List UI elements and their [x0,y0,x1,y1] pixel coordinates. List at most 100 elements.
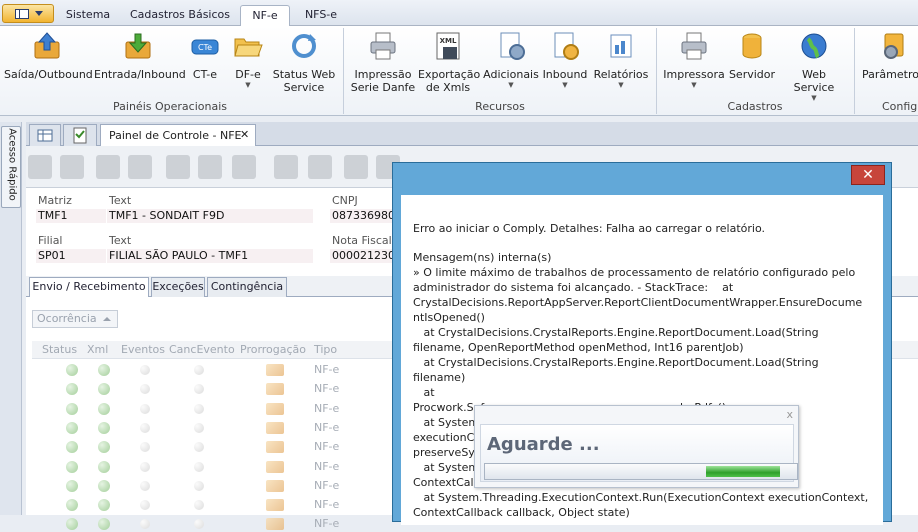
web-service-button[interactable]: Web Service ▼ [780,30,848,103]
matriz-label: Matriz [38,194,72,207]
prorrogacao-icon [266,383,284,396]
printer-icon [367,30,399,62]
application-menu-button[interactable] [2,4,54,23]
cte-cancel-icon[interactable] [308,155,332,179]
ocorrencia-filter-button[interactable]: Ocorrência [32,310,118,328]
tab-envio-recebimento[interactable]: Envio / Recebimento [29,277,149,297]
grid-view-tab[interactable] [29,124,61,146]
xml-icon [98,364,110,376]
lock-icon[interactable] [60,155,84,179]
parametros-label: Parâmetros [862,68,918,81]
wait-title: Aguarde ... [487,434,600,455]
prorrogacao-icon [266,402,284,415]
canc-evento-icon [194,442,204,453]
acesso-rapido-tab[interactable]: Acesso Rápido [1,126,21,208]
error-line: Mensagem(ns) interna(s) [413,251,552,264]
tab-cadastros-basicos[interactable]: Cadastros Básicos [124,5,236,27]
filter-clear-icon[interactable] [128,155,152,179]
prorrogacao-icon [266,441,284,454]
tab-painel-de-controle[interactable]: Painel de Controle - NFE ✕ [100,124,256,146]
tab-excecoes[interactable]: Exceções [151,277,205,297]
xml-icon [98,421,110,434]
prorrogacao-icon [266,479,284,492]
side-rail: Acesso Rápido [0,122,22,515]
refresh-icon[interactable] [28,155,52,179]
filter-icon[interactable] [96,155,120,179]
group-separator [854,28,855,114]
nfe-send-icon[interactable] [166,155,190,179]
inbound-button[interactable]: Inbound ▼ [542,30,588,90]
canc-evento-icon [194,384,204,395]
impressora-button[interactable]: Impressora ▼ [662,30,726,90]
status-icon [66,499,78,512]
cte-send-icon[interactable] [274,155,298,179]
xml-nfe-icon[interactable] [344,155,368,179]
column-header-status[interactable]: Status [42,343,77,356]
tab-nfse[interactable]: NFS-e [294,5,348,27]
adicionais-button[interactable]: Adicionais ▼ [482,30,540,90]
servidor-label: Servidor [728,68,776,81]
nfe-cancel-icon[interactable] [198,155,222,179]
wait-dialog-body: Aguarde ... [480,424,798,482]
status-icon [66,402,78,415]
filial-value: SP01 [36,249,106,263]
refresh-icon [288,30,320,62]
column-header-prorrogacao[interactable]: Prorrogação [240,343,306,356]
inbound-label: Inbound [542,68,588,81]
adicionais-label: Adicionais [483,68,539,81]
parametros-button[interactable]: Parâmetros [862,30,918,81]
column-header-canc-evento[interactable]: CancEvento [169,343,235,356]
saida-outbound-button[interactable]: Saída/Outbound [4,30,93,81]
tipo-cell: NF-e [314,498,340,512]
report-icon [605,30,637,62]
error-line: administrador do sistema foi alcançado. … [413,281,734,294]
tab-contingencia[interactable]: Contingência [207,277,287,297]
cte-button[interactable]: CTe CT-e [186,30,224,81]
entrada-inbound-button[interactable]: Entrada/Inbound [94,30,186,81]
close-icon: ✕ [862,167,874,183]
servidor-button[interactable]: Servidor [728,30,776,81]
canc-evento-icon [194,403,204,414]
error-line [413,236,873,250]
text-label: Text [109,194,132,207]
relatorios-dropdown-icon: ▼ [618,81,624,89]
wait-dialog: x Aguarde ... [474,405,799,488]
impressao-serie-danfe-button[interactable]: Impressão Serie Danfe [350,30,416,94]
text-value: TMF1 - SONDAIT F9D [107,209,313,223]
tipo-cell: NF-e [314,401,340,415]
eventos-icon [140,365,150,375]
status-icon [66,460,78,473]
exportacao-xmls-button[interactable]: XML Exportação de Xmls [418,30,480,94]
status-icon [66,479,78,492]
dfe-button[interactable]: DF-e ▼ [228,30,268,90]
canc-evento-icon [194,461,204,472]
close-icon[interactable]: ✕ [240,128,249,141]
close-icon[interactable]: x [786,408,793,421]
matriz-value: TMF1 [36,209,106,223]
nota-fiscal-label: Nota Fiscal [332,234,392,247]
gear-document-icon [495,30,527,62]
column-header-xml[interactable]: Xml [87,343,108,356]
checklist-tab[interactable] [63,124,97,146]
prorrogacao-icon [266,499,284,512]
eventos-icon [140,519,150,530]
tab-painel-de-controle-label: Painel de Controle - NFE [109,129,242,142]
ribbon: Saída/Outbound Entrada/Inbound CTe CT-e … [0,26,918,116]
eventos-icon [140,461,150,472]
outbound-arrow-icon [31,30,63,62]
error-line: at CrystalDecisions.CrystalReports.Engin… [413,326,819,339]
status-web-service-button[interactable]: Status Web Service [270,30,338,94]
column-header-eventos[interactable]: Eventos [121,343,165,356]
column-header-tipo[interactable]: Tipo [314,343,337,356]
eventos-icon [140,403,150,414]
pencil-icon[interactable] [232,155,256,179]
eventos-icon [140,384,150,395]
relatorios-button[interactable]: Relatórios ▼ [592,30,650,90]
saida-outbound-label: Saída/Outbound [4,68,93,81]
filial-label: Filial [38,234,63,247]
tab-sistema[interactable]: Sistema [56,5,120,27]
tab-nfe[interactable]: NF-e [240,5,290,27]
xml-icon [98,518,110,531]
globe-icon [798,30,830,62]
dialog-close-button[interactable]: ✕ [851,165,885,185]
